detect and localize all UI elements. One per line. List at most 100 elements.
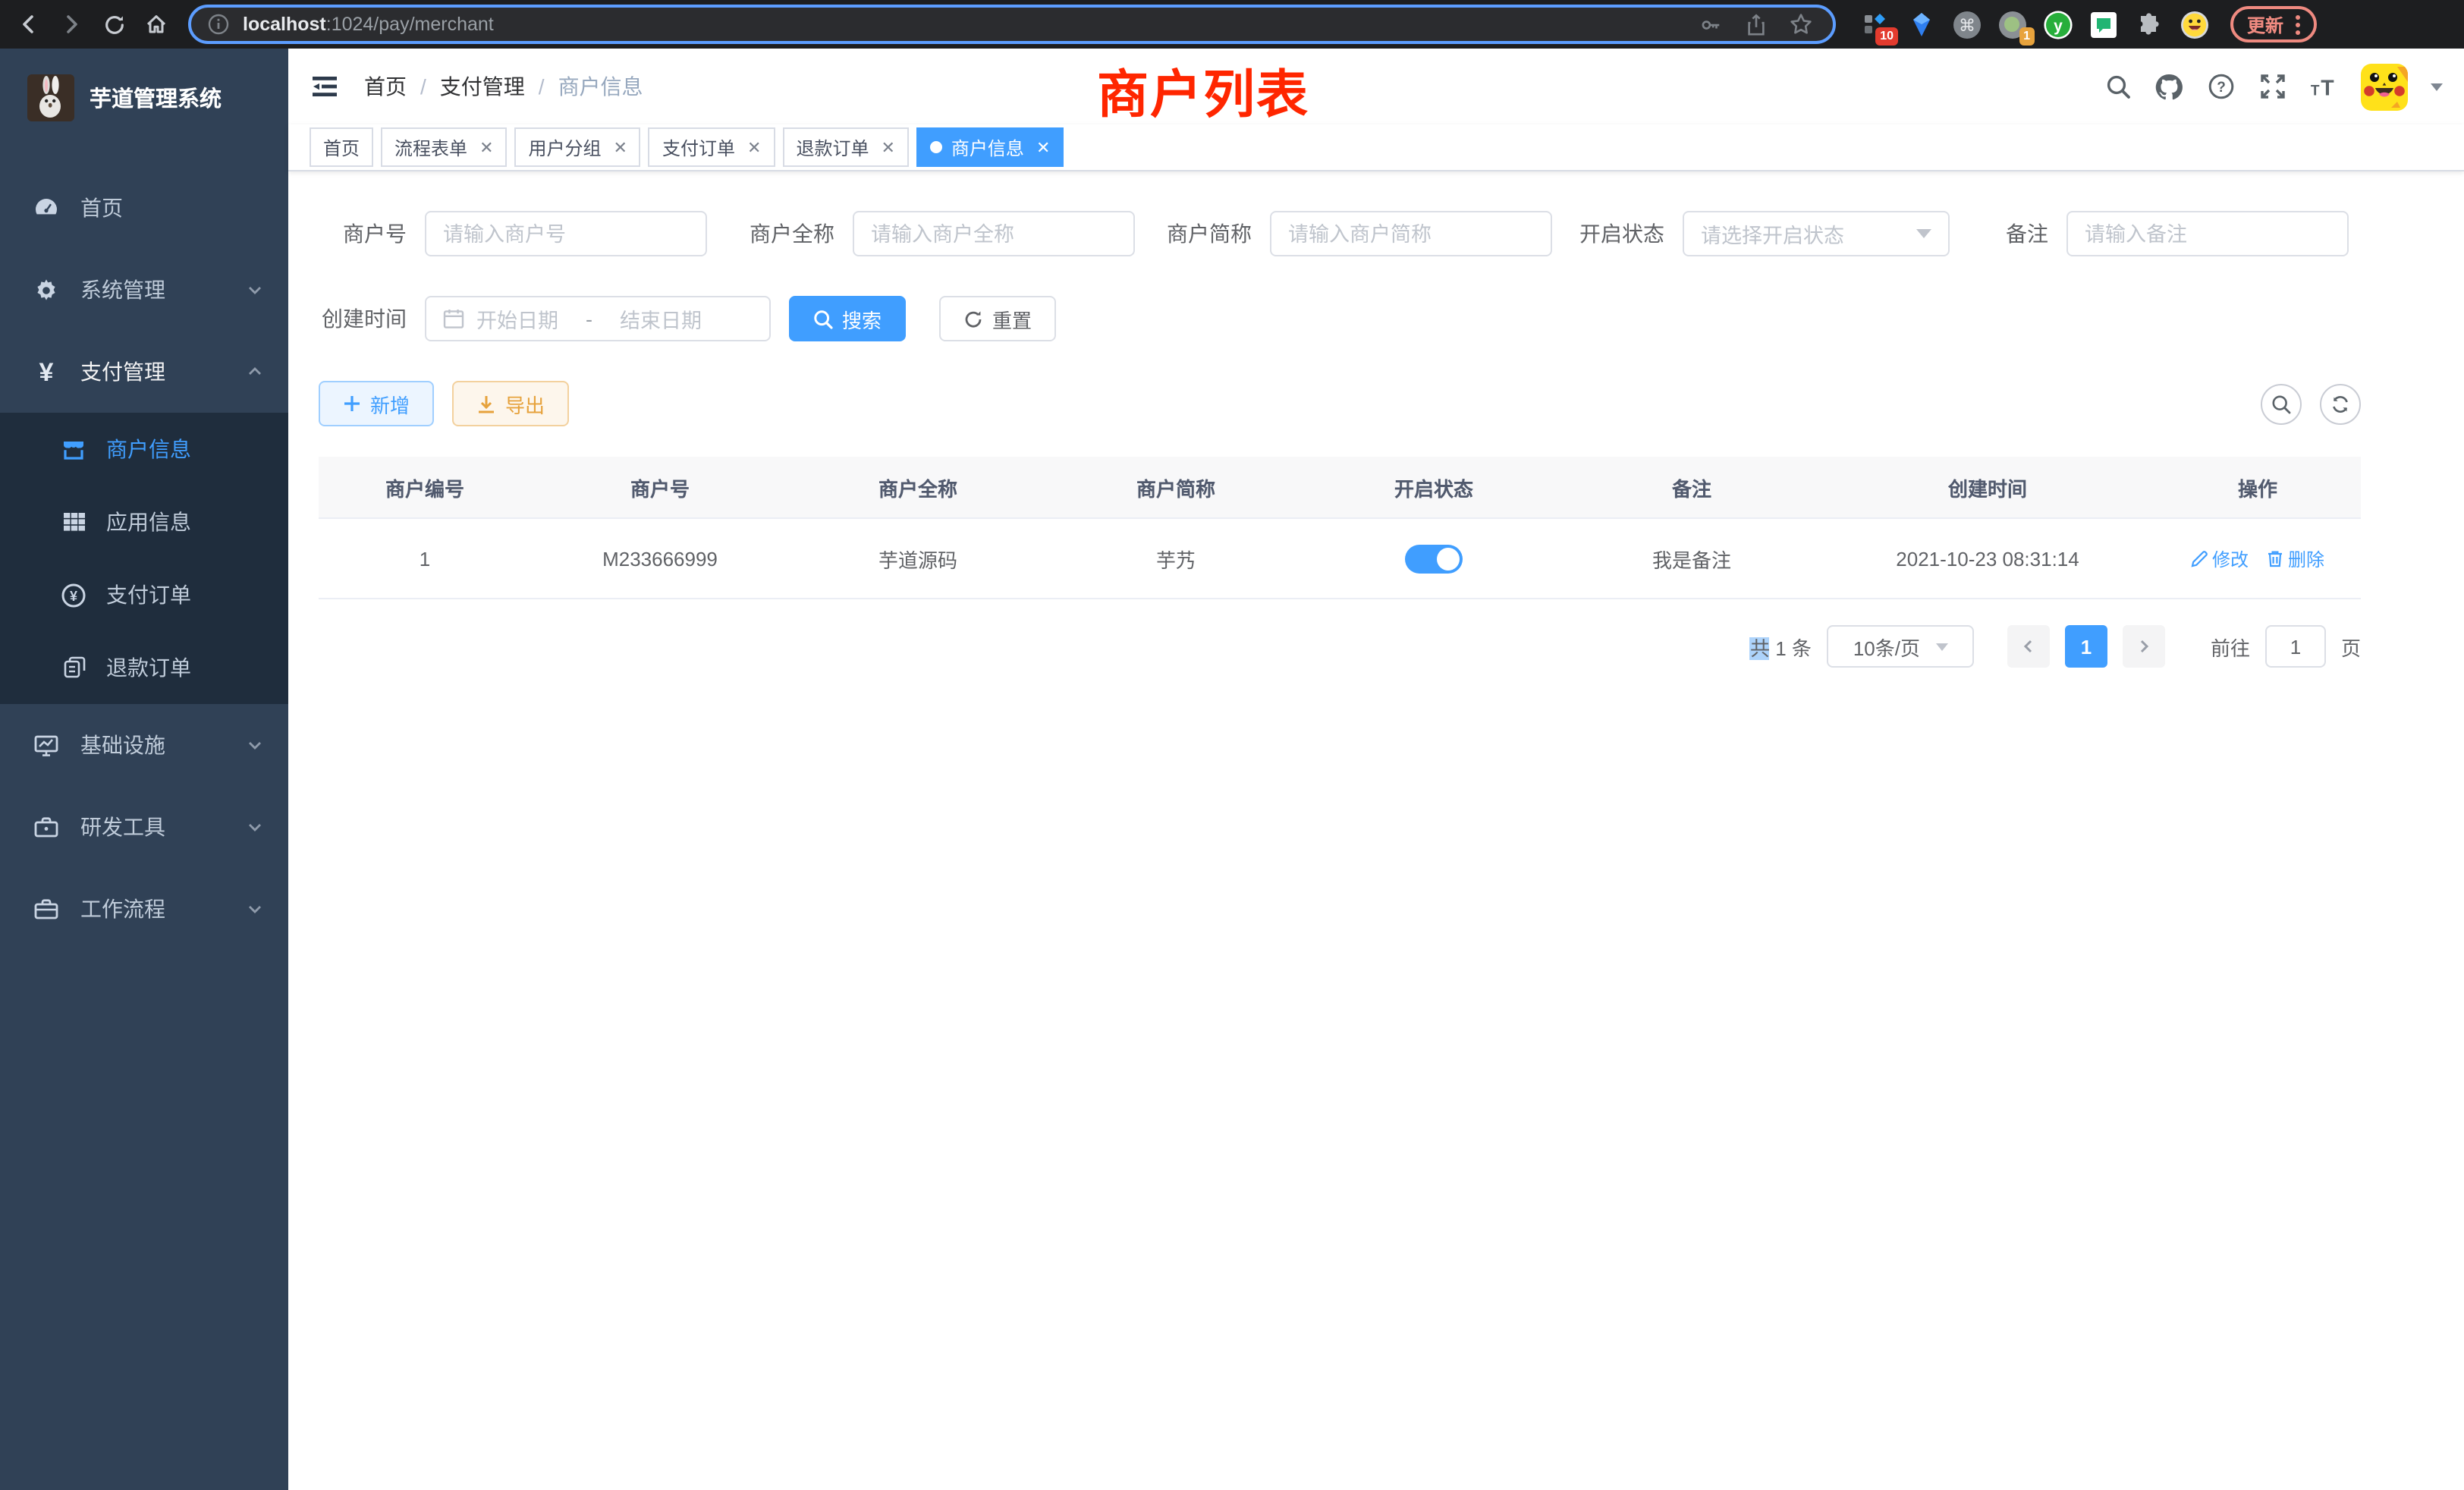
extension-pin-icon[interactable]: 10 (1860, 9, 1890, 39)
password-key-icon[interactable] (1693, 8, 1727, 41)
close-icon[interactable]: ✕ (479, 137, 493, 157)
browser-home-icon[interactable] (140, 8, 173, 41)
bookmark-star-icon[interactable] (1784, 8, 1818, 41)
start-date-placeholder[interactable]: 开始日期 (476, 303, 558, 334)
close-icon[interactable]: ✕ (1036, 137, 1050, 157)
sidebar-item-refund-order[interactable]: 退款订单 (0, 631, 288, 704)
extension-emoji-icon[interactable] (2179, 9, 2209, 39)
search-button-label: 搜索 (842, 304, 882, 333)
url-host: localhost (243, 14, 326, 35)
sidebar-item-infrastructure[interactable]: 基础设施 (0, 704, 288, 786)
edit-link[interactable]: 修改 (2191, 545, 2249, 571)
sidebar-item-payment[interactable]: ¥ 支付管理 (0, 331, 288, 413)
github-icon[interactable] (2154, 72, 2183, 101)
sidebar-item-system[interactable]: 系统管理 (0, 249, 288, 331)
extension-chat-icon[interactable] (2088, 9, 2118, 39)
url-text[interactable]: localhost:1024/pay/merchant (243, 14, 1681, 35)
create-time-range-picker[interactable]: 开始日期 - 结束日期 (425, 296, 771, 341)
page-size-select[interactable]: 10条/页 (1827, 625, 1974, 668)
tab-process-form[interactable]: 流程表单 ✕ (381, 127, 507, 167)
pagination: 共 1 条 10条/页 1 前往 页 (319, 625, 2361, 668)
close-icon[interactable]: ✕ (881, 137, 894, 157)
avatar-dropdown-caret-icon[interactable] (2431, 83, 2443, 96)
browser-back-icon[interactable] (12, 8, 46, 41)
status-toggle[interactable] (1405, 544, 1463, 573)
tab-merchant-info[interactable]: 商户信息✕ (916, 127, 1064, 167)
monitor-chart-icon (33, 732, 59, 758)
page-number-1[interactable]: 1 (2065, 625, 2107, 668)
sidebar-item-home[interactable]: 首页 (0, 167, 288, 249)
chevron-down-icon (246, 818, 264, 836)
chevron-up-icon (246, 363, 264, 381)
browser-update-button[interactable]: 更新 (2230, 6, 2317, 42)
browser-forward-icon[interactable] (55, 8, 88, 41)
full-name-field[interactable] (871, 222, 1117, 245)
extension-command-icon[interactable]: ⌘ (1951, 9, 1982, 39)
font-size-icon[interactable]: TT (2309, 72, 2338, 101)
add-button[interactable]: 新增 (319, 381, 434, 426)
end-date-placeholder[interactable]: 结束日期 (620, 303, 702, 334)
browser-menu-icon[interactable] (2296, 14, 2300, 34)
hide-search-button[interactable] (2261, 383, 2302, 424)
sidebar-item-app-info[interactable]: 应用信息 (0, 486, 288, 558)
sidebar-collapse-icon[interactable] (310, 71, 340, 102)
merchant-no-field[interactable] (443, 222, 689, 245)
close-icon[interactable]: ✕ (614, 137, 627, 157)
cell-id: 1 (319, 519, 531, 598)
extension-y-icon[interactable]: y (2042, 9, 2073, 39)
refresh-button[interactable] (2320, 383, 2361, 424)
remark-field[interactable] (2085, 222, 2330, 245)
merchant-no-input[interactable] (425, 211, 707, 256)
share-icon[interactable] (1739, 8, 1772, 41)
tab-pay-order[interactable]: 支付订单 ✕ (649, 127, 775, 167)
browser-reload-icon[interactable] (97, 8, 130, 41)
tab-refund-order[interactable]: 退款订单✕ (782, 127, 908, 167)
short-name-input[interactable] (1270, 211, 1552, 256)
documents-icon (61, 655, 86, 681)
tab-label: 支付订单 (662, 134, 735, 160)
column-header: 商户简称 (1047, 457, 1305, 517)
logo-image (27, 74, 74, 121)
tab-user-group[interactable]: 用户分组✕ (515, 127, 641, 167)
status-select[interactable]: 请选择开启状态 (1683, 211, 1950, 256)
edit-link-label: 修改 (2212, 545, 2249, 571)
extension-proxy-icon[interactable]: 1 (1997, 9, 2027, 39)
sidebar-item-dev-tools[interactable]: 研发工具 (0, 786, 288, 868)
short-name-field[interactable] (1288, 222, 1534, 245)
extensions-puzzle-icon[interactable] (2133, 9, 2164, 39)
close-icon[interactable]: ✕ (747, 137, 761, 157)
svg-text:?: ? (2216, 80, 2225, 96)
remark-input[interactable] (2066, 211, 2349, 256)
delete-link[interactable]: 删除 (2267, 545, 2324, 571)
sidebar: 芋道管理系统 首页 系统管理 (0, 49, 288, 1490)
breadcrumb-home[interactable]: 首页 (364, 71, 407, 102)
tab-home[interactable]: 首页 (310, 127, 373, 167)
prev-page-button[interactable] (2007, 625, 2050, 668)
svg-text:y: y (2053, 17, 2062, 34)
search-button[interactable]: 搜索 (789, 296, 906, 341)
cell-merchant-no: M233666999 (531, 519, 789, 598)
extension-gem-icon[interactable] (1906, 9, 1936, 39)
breadcrumb-separator: / (420, 74, 426, 99)
export-button[interactable]: 导出 (452, 381, 569, 426)
full-name-input[interactable] (853, 211, 1135, 256)
reset-button[interactable]: 重置 (939, 296, 1056, 341)
breadcrumb-payment[interactable]: 支付管理 (440, 71, 525, 102)
fullscreen-icon[interactable] (2258, 72, 2286, 101)
help-icon[interactable]: ? (2206, 72, 2235, 101)
site-info-icon[interactable] (206, 8, 231, 41)
sidebar-item-label: 系统管理 (80, 275, 225, 305)
next-page-button[interactable] (2123, 625, 2165, 668)
sidebar-item-workflow[interactable]: 工作流程 (0, 868, 288, 950)
sidebar-logo[interactable]: 芋道管理系统 (0, 49, 288, 146)
sidebar-item-pay-order[interactable]: ¥ 支付订单 (0, 558, 288, 631)
goto-page-input[interactable] (2265, 625, 2326, 668)
search-icon[interactable] (2103, 72, 2132, 101)
user-avatar[interactable] (2361, 63, 2408, 110)
browser-address-bar[interactable]: localhost:1024/pay/merchant (188, 5, 1836, 44)
column-header: 商户全称 (789, 457, 1047, 517)
dashboard-icon (33, 195, 59, 221)
filter-label: 商户号 (319, 218, 425, 249)
sidebar-item-merchant-info[interactable]: 商户信息 (0, 413, 288, 486)
tab-label: 流程表单 (394, 134, 467, 160)
